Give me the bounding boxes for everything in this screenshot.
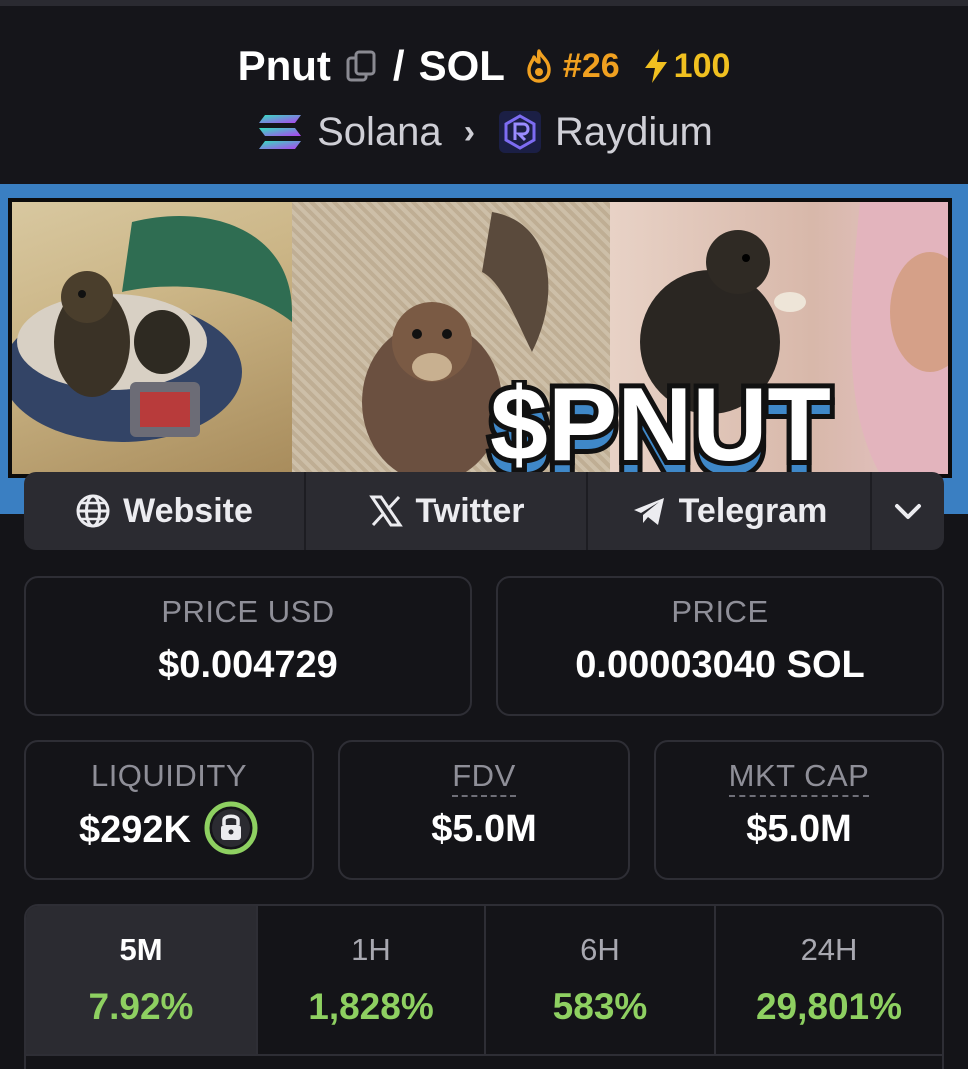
website-button[interactable]: Website xyxy=(24,472,306,550)
telegram-icon xyxy=(631,493,667,529)
market-cap-value: $5.0M xyxy=(746,808,852,850)
fdv-label-wrap: FDV xyxy=(340,758,628,797)
tab-1h-change: 1,828% xyxy=(308,986,434,1027)
price-native-card: PRICE 0.00003040 SOL xyxy=(496,576,944,716)
liquidity-card: LIQUIDITY $292K xyxy=(24,740,314,880)
tab-5m-label: 5M xyxy=(119,932,163,967)
more-links-button[interactable] xyxy=(872,472,944,550)
tab-1h[interactable]: 1H 1,828% xyxy=(258,906,486,1054)
liquidity-label: LIQUIDITY xyxy=(90,758,248,793)
tab-24h-label: 24H xyxy=(800,932,858,967)
market-cap-card: MKT CAP $5.0M xyxy=(654,740,944,880)
tab-5m-change: 7.92% xyxy=(88,986,194,1027)
price-usd-value: $0.004729 xyxy=(158,644,338,686)
x-logo-icon xyxy=(368,493,404,529)
boost-count[interactable]: 100 xyxy=(674,47,731,86)
raydium-logo-icon xyxy=(497,109,543,155)
banner-logo-text: $PNUT $PNUT xyxy=(485,380,836,478)
telegram-button[interactable]: Telegram xyxy=(588,472,872,550)
pair-title-row: Pnut / SOL #26 100 xyxy=(0,38,968,94)
tab-24h-change: 29,801% xyxy=(755,986,903,1027)
trending-rank[interactable]: #26 xyxy=(563,47,620,86)
market-cap-label-wrap: MKT CAP xyxy=(656,758,942,797)
twitter-label: Twitter xyxy=(415,491,525,530)
tab-6h-change: 583% xyxy=(552,986,648,1027)
token-symbol: Pnut xyxy=(237,42,331,89)
copy-icon[interactable] xyxy=(345,49,379,83)
website-label: Website xyxy=(123,491,253,530)
social-links-bar: Website Twitter Telegram xyxy=(24,472,944,550)
token-banner: $PNUT $PNUT xyxy=(8,198,952,478)
twitter-button[interactable]: Twitter xyxy=(306,472,588,550)
price-usd-label: PRICE USD xyxy=(161,594,335,629)
chevron-down-icon xyxy=(893,492,923,531)
fdv-value: $5.0M xyxy=(431,808,537,850)
chevron-right-icon: › xyxy=(463,112,476,151)
fdv-card: FDV $5.0M xyxy=(338,740,630,880)
price-usd-card: PRICE USD $0.004729 xyxy=(24,576,472,716)
tab-6h-label: 6H xyxy=(580,932,620,967)
globe-icon xyxy=(75,493,111,529)
tabs-divider xyxy=(26,1054,942,1056)
tab-24h[interactable]: 24H 29,801% xyxy=(716,906,942,1054)
market-cap-label[interactable]: MKT CAP xyxy=(728,758,870,797)
liquidity-value-row: $292K xyxy=(26,801,312,856)
tab-5m[interactable]: 5M 7.92% xyxy=(26,906,258,1054)
chain-link[interactable]: Solana xyxy=(317,110,442,155)
pair-separator: / xyxy=(392,42,405,89)
pair-header: Pnut / SOL #26 100 Solana › Raydium xyxy=(0,6,968,184)
breadcrumb: Solana › Raydium xyxy=(0,104,968,160)
dex-link[interactable]: Raydium xyxy=(555,110,713,155)
tab-1h-label: 1H xyxy=(351,932,391,967)
banner-frame: $PNUT $PNUT xyxy=(0,184,968,514)
lock-icon[interactable] xyxy=(203,800,259,856)
price-native-value: 0.00003040 SOL xyxy=(575,644,865,686)
fire-icon xyxy=(523,49,555,83)
liquidity-value: $292K xyxy=(79,809,191,852)
tab-6h[interactable]: 6H 583% xyxy=(486,906,716,1054)
price-change-tabs: 5M 7.92% 1H 1,828% 6H 583% 24H 29,801% xyxy=(24,904,944,1069)
solana-logo-icon xyxy=(255,112,305,152)
svg-text:$PNUT: $PNUT xyxy=(490,380,831,478)
quote-symbol: SOL xyxy=(418,42,505,89)
price-native-label: PRICE xyxy=(671,594,769,629)
fdv-label[interactable]: FDV xyxy=(452,758,516,797)
lightning-bolt-icon xyxy=(642,48,670,84)
telegram-label: Telegram xyxy=(678,491,828,530)
banner-photo-squirrel-in-cap xyxy=(12,202,292,474)
